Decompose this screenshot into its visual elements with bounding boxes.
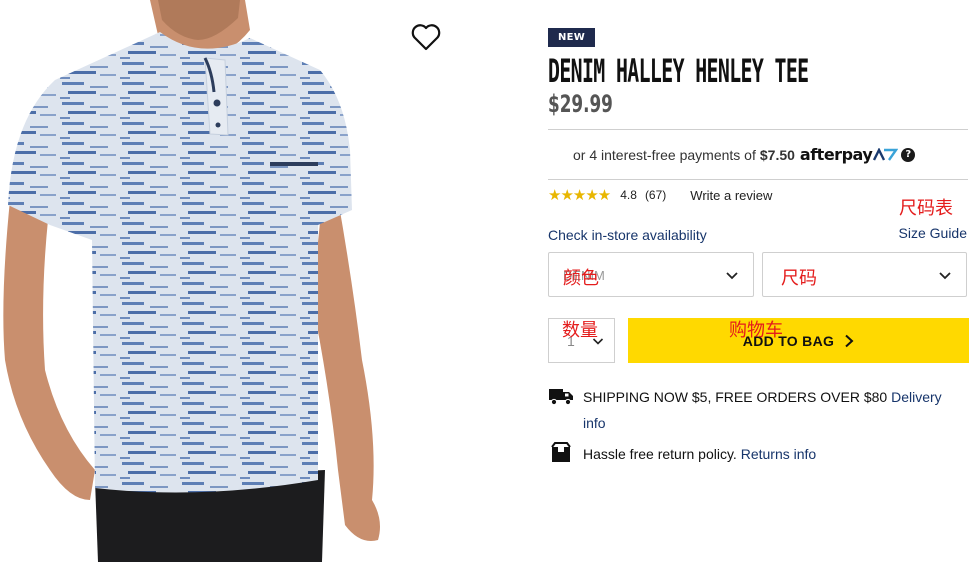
size-guide-link[interactable]: Size Guide bbox=[899, 225, 967, 241]
shipping-text: SHIPPING NOW $5, FREE ORDERS OVER $80 bbox=[583, 389, 888, 405]
shipping-info: SHIPPING NOW $5, FREE ORDERS OVER $80 De… bbox=[548, 384, 968, 436]
write-review-link[interactable]: Write a review bbox=[690, 188, 772, 203]
afterpay-info: or 4 interest-free payments of $7.50 aft… bbox=[573, 145, 916, 164]
new-badge: NEW bbox=[548, 28, 596, 47]
annotation-quantity: 数量 bbox=[562, 320, 598, 341]
review-count[interactable]: (67) bbox=[645, 188, 666, 202]
divider bbox=[548, 129, 968, 130]
annotation-cart: 购物车 bbox=[729, 320, 783, 341]
divider bbox=[548, 179, 968, 180]
check-instore-link[interactable]: Check in-store availability bbox=[548, 227, 707, 243]
add-to-bag-button[interactable]: ADD TO BAG bbox=[628, 318, 969, 363]
rating-summary: ★★★★★ 4.8 (67) Write a review bbox=[548, 186, 772, 204]
annotation-size-chart: 尺码表 bbox=[899, 198, 953, 219]
annotation-size: 尺码 bbox=[781, 268, 817, 289]
afterpay-arrows-icon bbox=[873, 147, 899, 161]
returns-info-link[interactable]: Returns info bbox=[741, 446, 816, 462]
wishlist-heart-icon[interactable] bbox=[410, 22, 442, 52]
returns-text: Hassle free return policy. bbox=[583, 446, 737, 462]
delivery-truck-icon bbox=[549, 389, 573, 406]
rating-score: 4.8 bbox=[620, 188, 637, 202]
product-title: DENIM HALLEY HENLEY TEE bbox=[548, 52, 809, 90]
chevron-right-icon bbox=[845, 334, 854, 347]
afterpay-amount: $7.50 bbox=[759, 146, 795, 163]
afterpay-help-icon[interactable]: ? bbox=[901, 147, 916, 162]
returns-info: Hassle free return policy. Returns info bbox=[548, 441, 968, 467]
return-box-icon bbox=[551, 442, 571, 462]
product-image bbox=[0, 0, 470, 562]
afterpay-logo: afterpay bbox=[799, 145, 899, 164]
star-rating-icon: ★★★★★ bbox=[548, 187, 611, 204]
chevron-down-icon bbox=[939, 272, 951, 280]
model-photo bbox=[3, 0, 380, 562]
annotation-color: 颜色 bbox=[563, 268, 599, 289]
afterpay-brand: afterpay bbox=[799, 145, 873, 164]
afterpay-prefix: or 4 interest-free payments of bbox=[573, 146, 756, 163]
product-price: $29.99 bbox=[548, 90, 613, 118]
chevron-down-icon bbox=[726, 272, 738, 280]
